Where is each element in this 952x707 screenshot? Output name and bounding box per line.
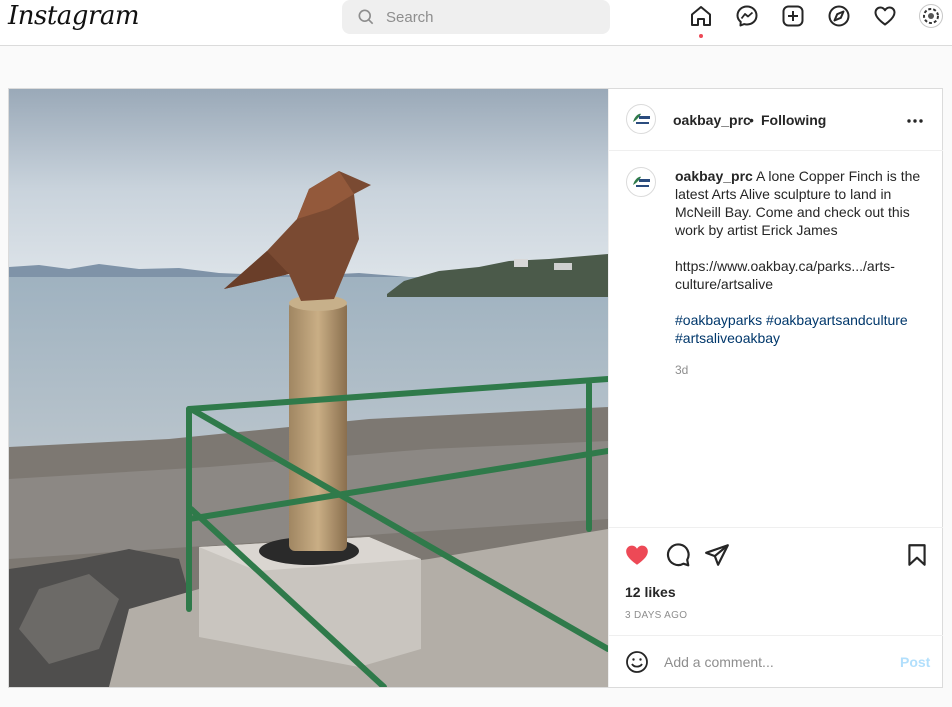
like-heart-icon[interactable] [624,542,650,568]
post-image [9,89,608,687]
post-sidebar: oakbay_prc • Following oakbay_prc A lone… [608,89,943,687]
top-navigation-bar: Instagram Search [0,0,952,46]
post-card: oakbay_prc • Following oakbay_prc A lone… [8,88,943,688]
caption-avatar[interactable] [626,167,656,197]
instagram-logo[interactable]: Instagram [8,1,140,31]
notification-dot [699,34,703,38]
oak-bay-logo [633,176,650,187]
more-options-icon[interactable] [905,111,925,131]
post-photo[interactable] [9,89,608,687]
post-comment-button[interactable]: Post [900,654,930,670]
caption-timestamp: 3d [675,363,689,377]
save-bookmark-icon[interactable] [904,542,930,568]
caption-username[interactable]: oakbay_prc [675,168,753,184]
explore-icon[interactable] [827,4,851,28]
share-icon[interactable] [704,542,730,568]
search-box[interactable]: Search [342,0,610,34]
search-placeholder: Search [386,9,434,26]
header-separator: • [749,112,754,128]
post-actions: 12 likes 3 DAYS AGO [609,527,943,639]
post-header: oakbay_prc • Following [609,89,943,151]
profile-avatar-image [923,8,939,24]
comment-input[interactable] [664,652,884,672]
messenger-icon[interactable] [735,4,759,28]
home-icon[interactable] [689,4,713,28]
post-caption: oakbay_prc A lone Copper Finch is the la… [675,167,925,347]
caption-link[interactable]: https://www.oakbay.ca/parks.../arts-cult… [675,257,925,293]
post-date: 3 DAYS AGO [625,610,688,621]
likes-count[interactable]: 12 likes [625,584,676,600]
following-button[interactable]: Following [761,112,826,128]
search-icon [358,9,374,25]
profile-avatar[interactable] [919,4,943,28]
account-avatar[interactable] [626,104,656,134]
comment-icon[interactable] [665,542,691,568]
comment-composer: Post [609,635,943,687]
activity-heart-icon[interactable] [873,4,897,28]
caption-hashtags[interactable]: #oakbayparks #oakbayartsandculture #arts… [675,311,925,347]
emoji-icon[interactable] [625,650,649,674]
post-username[interactable]: oakbay_prc [673,112,751,128]
oak-bay-logo [633,113,650,124]
new-post-icon[interactable] [781,4,805,28]
